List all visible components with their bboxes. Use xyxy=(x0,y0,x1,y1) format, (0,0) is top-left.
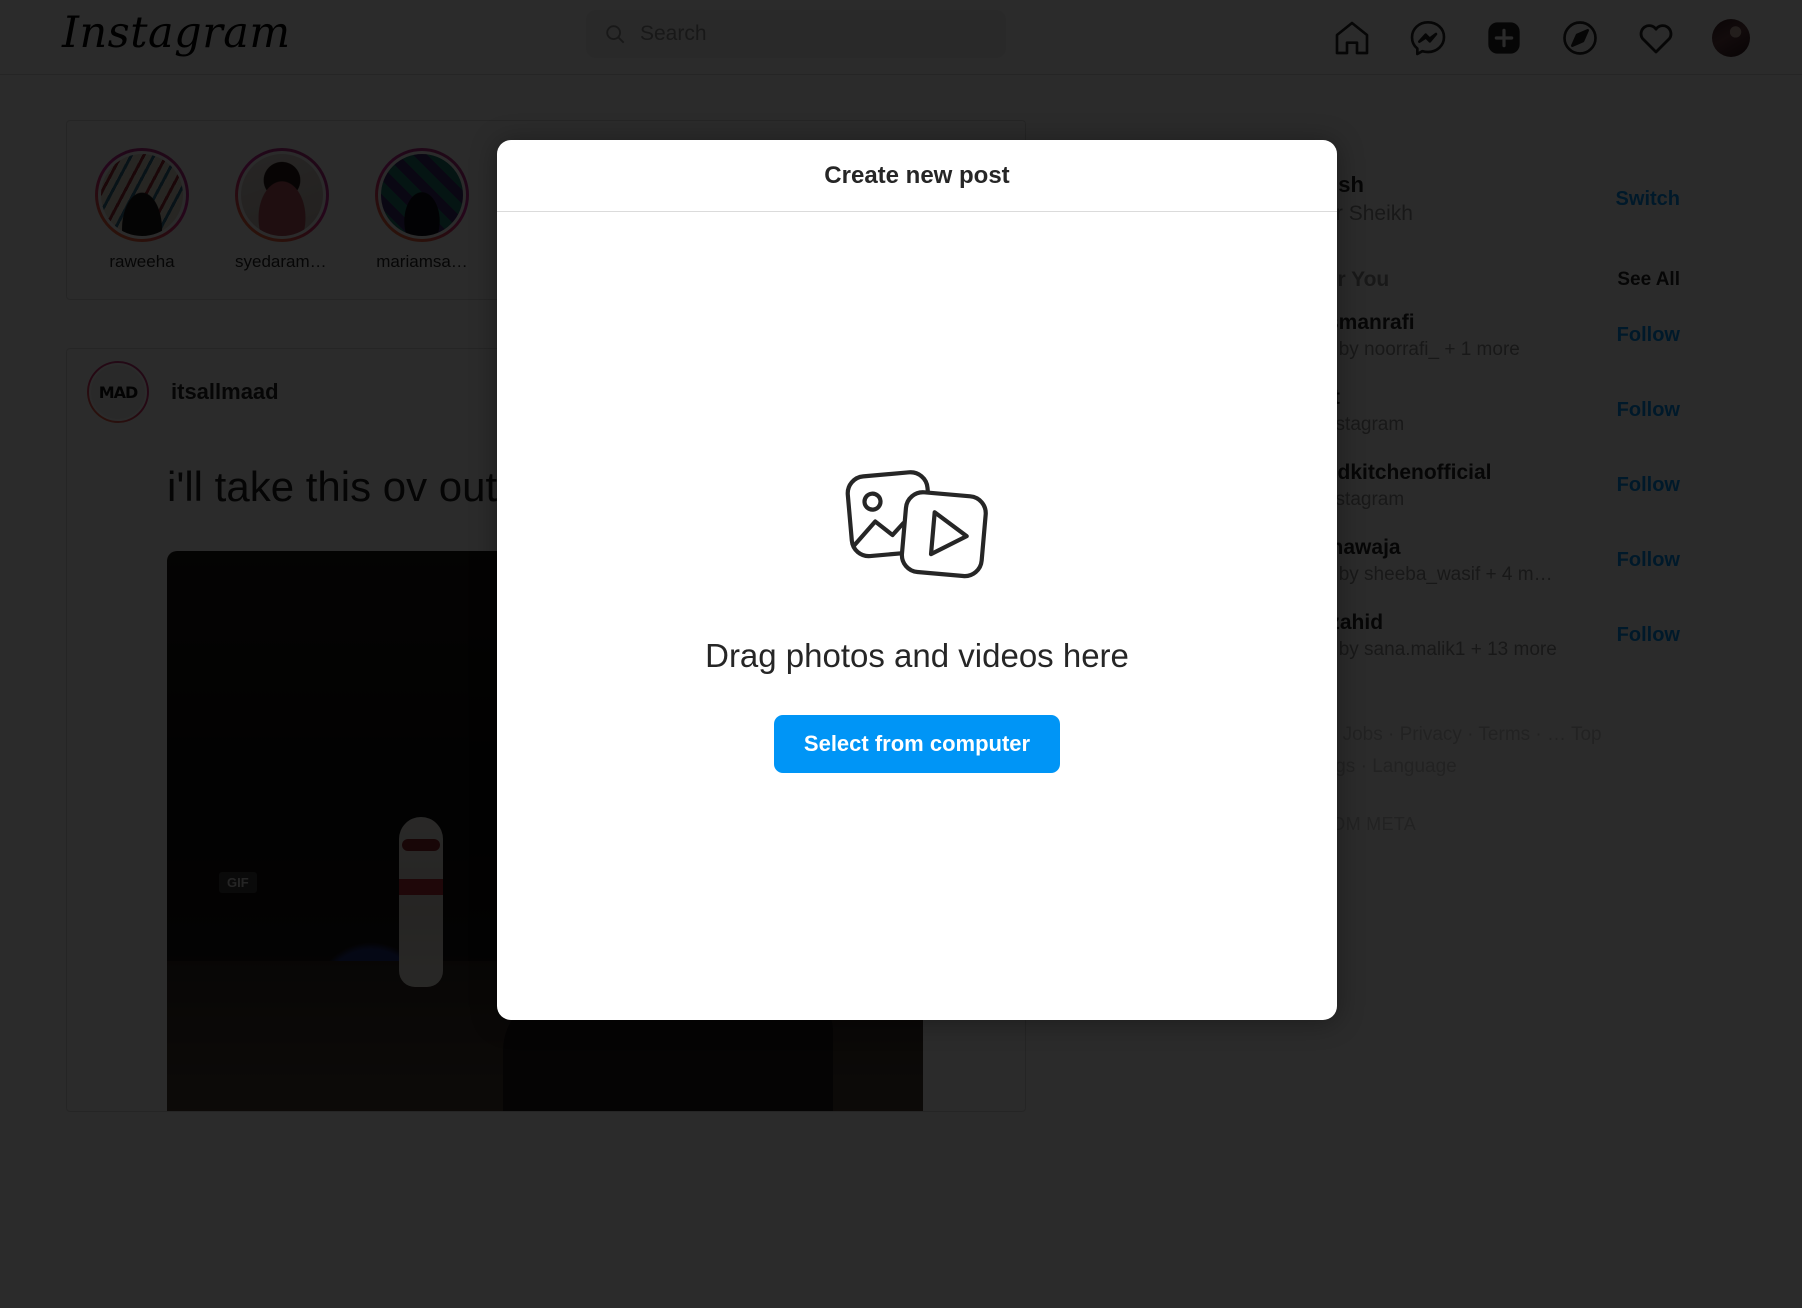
activity-heart-icon[interactable] xyxy=(1636,18,1676,58)
instagram-logo[interactable]: Instagram xyxy=(62,8,291,58)
post-avatar-ring[interactable]: MAD xyxy=(87,361,149,423)
messenger-icon[interactable] xyxy=(1408,18,1448,58)
see-all-button[interactable]: See All xyxy=(1617,269,1680,291)
story-thumbnail xyxy=(98,151,186,239)
create-post-modal: Create new post Drag photos and videos h… xyxy=(497,140,1337,1020)
story-item[interactable]: mariamsa… xyxy=(375,148,469,272)
switch-account-button[interactable]: Switch xyxy=(1616,188,1680,211)
dropzone-label: Drag photos and videos here xyxy=(705,636,1129,674)
post-image-bowling-pin xyxy=(399,816,443,987)
story-ring xyxy=(95,148,189,242)
gif-badge: GIF xyxy=(219,871,257,893)
story-ring xyxy=(235,148,329,242)
search-input[interactable]: Search xyxy=(586,10,1006,58)
home-icon[interactable] xyxy=(1332,18,1372,58)
follow-button[interactable]: Follow xyxy=(1617,624,1680,647)
follow-button[interactable]: Follow xyxy=(1617,549,1680,572)
story-thumbnail xyxy=(378,151,466,239)
create-icon[interactable] xyxy=(1484,18,1524,58)
post-avatar: MAD xyxy=(89,363,147,421)
search-placeholder-text: Search xyxy=(640,22,707,45)
story-ring xyxy=(375,148,469,242)
follow-button[interactable]: Follow xyxy=(1617,474,1680,497)
modal-header: Create new post xyxy=(497,140,1337,212)
follow-button[interactable]: Follow xyxy=(1617,324,1680,347)
explore-icon[interactable] xyxy=(1560,18,1600,58)
select-from-computer-button[interactable]: Select from computer xyxy=(773,714,1061,773)
story-username: mariamsa… xyxy=(376,252,468,271)
search-icon xyxy=(604,23,626,45)
story-username: syedarams… xyxy=(235,252,329,271)
media-upload-icon xyxy=(832,460,1002,595)
story-thumbnail xyxy=(238,151,326,239)
modal-title: Create new post xyxy=(824,161,1010,189)
nav-icon-group xyxy=(1332,0,1750,75)
story-username: raweeha xyxy=(109,252,175,271)
profile-avatar[interactable] xyxy=(1712,18,1750,57)
follow-button[interactable]: Follow xyxy=(1617,399,1680,422)
story-item[interactable]: syedarams… xyxy=(235,148,329,272)
story-item[interactable]: raweeha xyxy=(95,148,189,272)
modal-dropzone[interactable]: Drag photos and videos here Select from … xyxy=(497,212,1337,1020)
top-navbar: Instagram Search xyxy=(0,0,1802,75)
post-username[interactable]: itsallmaad xyxy=(171,379,279,405)
